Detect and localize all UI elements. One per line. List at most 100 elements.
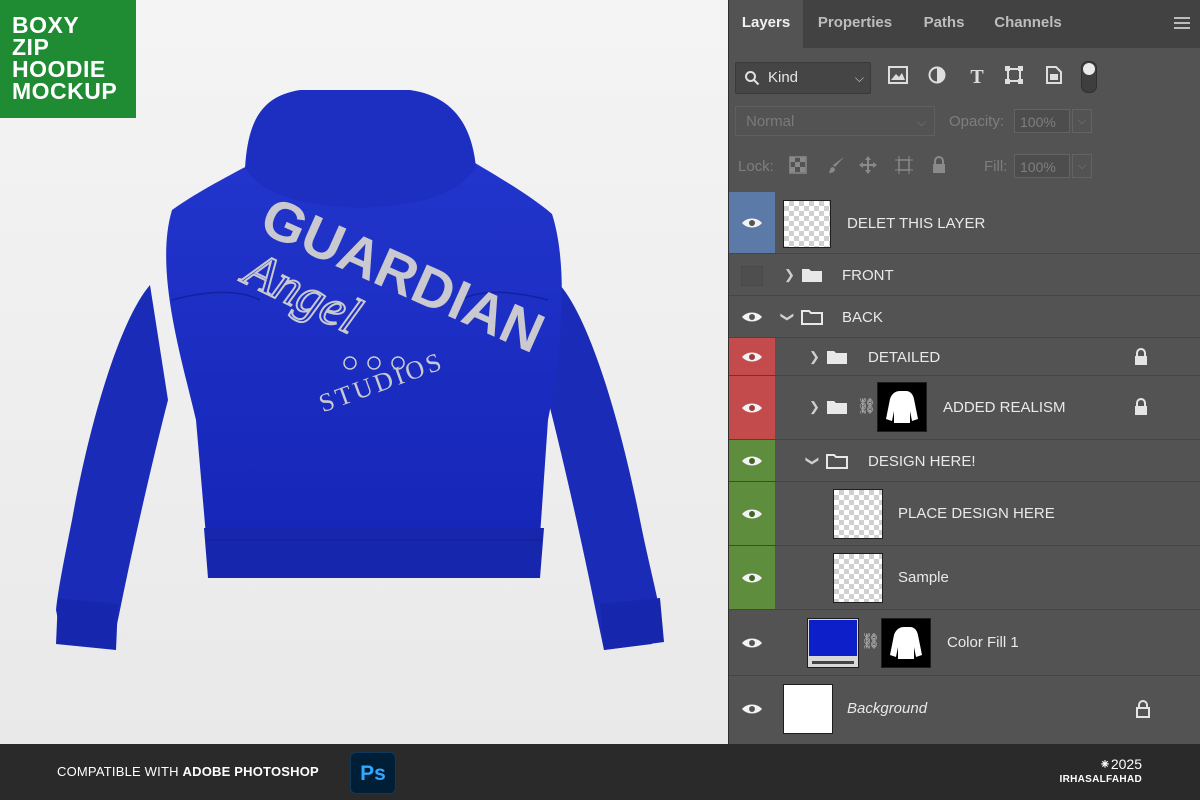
fill-swatch-thumbnail: [807, 618, 859, 668]
fill-swatch-bar: [812, 661, 854, 664]
layer-row-detailed[interactable]: ❯ DETAILED: [729, 338, 1200, 376]
layer-name[interactable]: FRONT: [842, 267, 894, 284]
eye-icon: [742, 456, 762, 465]
layer-name[interactable]: DESIGN HERE!: [868, 453, 976, 470]
layer-row-front[interactable]: ❯ FRONT: [729, 254, 1200, 296]
visibility-toggle[interactable]: [729, 254, 775, 295]
chevron-right-icon[interactable]: ❯: [809, 349, 820, 365]
image-filter-icon[interactable]: [887, 66, 909, 88]
photoshop-logo-icon: Ps: [350, 752, 396, 794]
hidden-visibility-box: [741, 266, 763, 286]
fill-label: Fill:: [984, 158, 1008, 175]
folder-open-icon: [826, 454, 848, 469]
tab-channels[interactable]: Channels: [985, 0, 1071, 48]
eye-icon: [742, 638, 762, 647]
lock-position-icon[interactable]: [857, 156, 879, 178]
layer-row-sample[interactable]: Sample: [729, 546, 1200, 610]
layer-name[interactable]: DELET THIS LAYER: [847, 215, 985, 232]
link-icon[interactable]: ⛓: [861, 632, 880, 650]
layer-name[interactable]: DETAILED: [868, 349, 940, 366]
layer-mask-thumbnail: [881, 618, 931, 668]
fill-dropdown-icon[interactable]: ⌵: [1072, 154, 1092, 178]
panel-menu-icon[interactable]: [1174, 16, 1190, 30]
eye-icon: [742, 312, 762, 321]
visibility-toggle[interactable]: [729, 338, 775, 375]
lock-icon: [1135, 398, 1147, 415]
layer-name[interactable]: ADDED REALISM: [943, 399, 1066, 416]
lock-icon: [1135, 348, 1147, 365]
layer-name[interactable]: Sample: [898, 569, 949, 586]
kind-filter-select[interactable]: Kind ⌵: [735, 62, 871, 94]
lock-all-icon[interactable]: [928, 156, 950, 178]
folder-open-icon: [801, 310, 823, 325]
eye-icon: [742, 352, 762, 361]
lock-artboard-icon[interactable]: [893, 156, 915, 178]
blend-mode-value: Normal: [746, 113, 795, 130]
tab-layers[interactable]: Layers: [729, 0, 803, 48]
layer-name[interactable]: Color Fill 1: [947, 634, 1019, 651]
tab-paths[interactable]: Paths: [909, 0, 979, 48]
eye-icon: [742, 403, 762, 412]
visibility-toggle[interactable]: [729, 192, 775, 253]
compatibility-text: COMPATIBLE WITH ADOBE PHOTOSHOP: [57, 764, 319, 779]
search-icon: [745, 71, 760, 86]
layer-row-added-realism[interactable]: ❯ ⛓ ADDED REALISM: [729, 376, 1200, 440]
layer-row-back[interactable]: ❯ BACK: [729, 296, 1200, 338]
badge-line-4: MOCKUP: [12, 78, 118, 104]
visibility-toggle[interactable]: [729, 440, 775, 481]
layer-row-design-here[interactable]: ❯ DESIGN HERE!: [729, 440, 1200, 482]
filter-row: Kind ⌵ T: [729, 58, 1200, 98]
lock-image-pixels-icon[interactable]: [826, 156, 848, 178]
badge-line-3: HOODIE: [12, 56, 106, 82]
visibility-toggle[interactable]: [729, 610, 775, 675]
chevron-down-icon[interactable]: ❯: [804, 456, 820, 467]
layer-row-color-fill-1[interactable]: ⛓ Color Fill 1: [729, 610, 1200, 676]
panel-tabs: Layers Properties Paths Channels: [729, 0, 1200, 48]
compatibility-prefix: COMPATIBLE WITH: [57, 764, 183, 779]
adjustment-filter-icon[interactable]: [926, 66, 948, 88]
hoodie-body: [56, 90, 664, 650]
chevron-down-icon: ⌵: [854, 71, 864, 85]
lock-transparent-pixels-icon[interactable]: [787, 156, 809, 178]
eye-icon: [742, 218, 762, 227]
blend-row: Normal ⌵ Opacity: 100% ⌵: [729, 104, 1200, 140]
type-filter-icon[interactable]: T: [966, 66, 988, 88]
author-name: IRHASALFAHAD: [1059, 774, 1142, 785]
visibility-toggle[interactable]: [729, 676, 775, 742]
hoodie-mask-icon: [886, 391, 918, 423]
folder-icon: [827, 351, 847, 364]
shape-filter-icon[interactable]: [1003, 66, 1025, 88]
chevron-right-icon[interactable]: ❯: [784, 267, 795, 283]
smart-object-filter-icon[interactable]: [1043, 66, 1065, 88]
layer-name[interactable]: BACK: [842, 309, 883, 326]
layer-name[interactable]: Background: [847, 700, 927, 717]
chevron-down-icon[interactable]: ❯: [779, 312, 795, 323]
layer-row-place-design-here[interactable]: PLACE DESIGN HERE: [729, 482, 1200, 546]
layer-thumbnail: [833, 489, 883, 539]
folder-icon: [827, 401, 847, 414]
lock-icon: [1136, 700, 1150, 718]
chevron-down-icon: ⌵: [916, 115, 926, 129]
folder-icon: [802, 269, 822, 282]
layer-row-delet-this-layer[interactable]: DELET THIS LAYER: [729, 192, 1200, 254]
opacity-label: Opacity:: [949, 113, 1005, 130]
chevron-right-icon[interactable]: ❯: [809, 399, 820, 415]
fill-input[interactable]: 100%: [1014, 154, 1070, 178]
visibility-toggle[interactable]: [729, 376, 775, 439]
layer-name[interactable]: PLACE DESIGN HERE: [898, 505, 1055, 522]
filter-toggle-switch[interactable]: [1081, 61, 1097, 93]
badge-line-1: BOXY: [12, 12, 80, 38]
tab-properties[interactable]: Properties: [807, 0, 903, 48]
fill-swatch-color: [809, 620, 857, 656]
visibility-toggle[interactable]: [729, 546, 775, 609]
link-icon[interactable]: ⛓: [857, 397, 876, 415]
blend-mode-select[interactable]: Normal ⌵: [735, 106, 935, 136]
hoodie-mask-icon: [890, 627, 922, 659]
layer-row-background[interactable]: Background: [729, 676, 1200, 742]
opacity-input[interactable]: 100%: [1014, 109, 1070, 133]
visibility-toggle[interactable]: [729, 482, 775, 545]
opacity-dropdown-icon[interactable]: ⌵: [1072, 109, 1092, 133]
badge-line-2: ZIP: [12, 34, 50, 60]
copyright-year: ⁕2025: [1099, 756, 1142, 772]
visibility-toggle[interactable]: [729, 296, 775, 337]
